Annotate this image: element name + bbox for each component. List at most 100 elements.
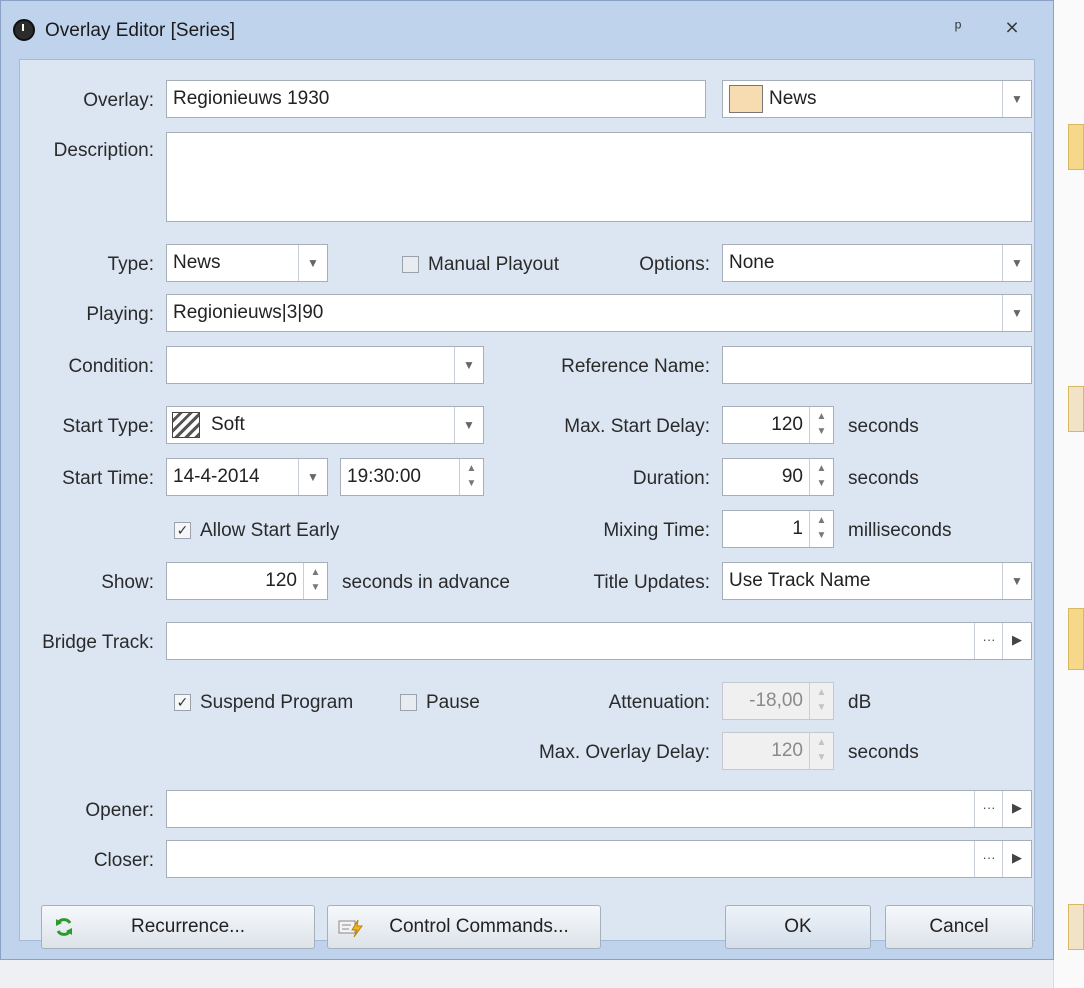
spinner-arrows-icon[interactable]: ▲ ▼ — [809, 511, 833, 547]
category-color-swatch — [729, 85, 763, 113]
closer-input[interactable]: ··· ▶ — [166, 840, 1032, 878]
chevron-down-icon[interactable]: ▼ — [298, 459, 327, 495]
start-date-value: 14-4-2014 — [173, 466, 260, 487]
spinner-arrows-icon[interactable]: ▲ ▼ — [809, 407, 833, 443]
options-value: None — [729, 252, 775, 273]
start-time-value: 19:30:00 — [347, 466, 421, 487]
browse-ellipsis-icon[interactable]: ··· — [974, 623, 1003, 659]
background-schedule-item — [1068, 608, 1084, 670]
milliseconds-unit: milliseconds — [848, 520, 952, 541]
play-icon[interactable]: ▶ — [1002, 841, 1031, 877]
spinner-arrows-icon[interactable]: ▲ ▼ — [809, 459, 833, 495]
show-value: 120 — [265, 570, 297, 591]
condition-label: Condition: — [68, 356, 154, 377]
attenuation-spinner[interactable]: -18,00 ▲ ▼ — [722, 682, 834, 720]
max-overlay-delay-spinner[interactable]: 120 ▲ ▼ — [722, 732, 834, 770]
overlay-label: Overlay: — [83, 90, 154, 111]
start-type-label: Start Type: — [62, 416, 154, 437]
seconds-unit: seconds — [848, 468, 919, 489]
category-value: News — [769, 88, 817, 109]
suspend-program-checkbox[interactable]: ✓ — [174, 694, 191, 711]
show-spinner[interactable]: 120 ▲ ▼ — [166, 562, 328, 600]
description-label: Description: — [53, 140, 154, 161]
recurrence-button-label: Recurrence... — [130, 916, 246, 937]
playing-value: Regionieuws|3|90 — [173, 302, 324, 323]
mixing-time-spinner[interactable]: 1 ▲ ▼ — [722, 510, 834, 548]
reference-name-label: Reference Name: — [561, 356, 710, 377]
pause-checkbox[interactable]: ✓ — [400, 694, 417, 711]
max-start-delay-label: Max. Start Delay: — [564, 416, 710, 437]
chevron-down-icon[interactable]: ▼ — [1002, 245, 1031, 281]
bridge-track-label: Bridge Track: — [42, 632, 154, 653]
overlay-editor-window: Overlay Editor [Series] ᵖ ⨯ Overlay: Reg… — [0, 0, 1054, 960]
description-textarea[interactable] — [166, 132, 1032, 222]
title-updates-value: Use Track Name — [729, 570, 871, 591]
cancel-button[interactable]: Cancel — [885, 905, 1033, 949]
opener-input[interactable]: ··· ▶ — [166, 790, 1032, 828]
refresh-icon — [56, 918, 72, 936]
play-icon[interactable]: ▶ — [1002, 623, 1031, 659]
clock-icon — [13, 19, 35, 41]
closer-label: Closer: — [93, 850, 154, 871]
lightning-icon — [338, 919, 363, 938]
start-type-value: Soft — [211, 414, 245, 435]
db-unit: dB — [848, 692, 872, 713]
background-schedule-item — [1068, 386, 1084, 432]
title-updates-select[interactable]: Use Track Name ▼ — [722, 562, 1032, 600]
duration-spinner[interactable]: 90 ▲ ▼ — [722, 458, 834, 496]
chevron-down-icon[interactable]: ▼ — [1002, 563, 1031, 599]
manual-playout-label: Manual Playout — [428, 254, 559, 275]
overlay-name-input[interactable]: Regionieuws 1930 — [166, 80, 706, 118]
attenuation-label: Attenuation: — [608, 692, 710, 713]
start-type-select[interactable]: Soft ▼ — [166, 406, 484, 444]
start-date-select[interactable]: 14-4-2014 ▼ — [166, 458, 328, 496]
seconds-unit: seconds — [848, 416, 919, 437]
duration-label: Duration: — [632, 468, 710, 489]
editor-panel: Overlay: Regionieuws 1930 News ▼ Descrip… — [19, 59, 1035, 941]
control-commands-button[interactable]: Control Commands... — [327, 905, 601, 949]
playing-select[interactable]: Regionieuws|3|90 ▼ — [166, 294, 1032, 332]
background-schedule-item — [1068, 904, 1084, 950]
chevron-down-icon[interactable]: ▼ — [298, 245, 327, 281]
duration-value: 90 — [781, 466, 803, 487]
mixing-time-label: Mixing Time: — [603, 520, 710, 541]
allow-start-early-label: Allow Start Early — [200, 520, 340, 541]
reference-name-input[interactable] — [722, 346, 1032, 384]
spinner-arrows-icon[interactable]: ▲ ▼ — [303, 563, 327, 599]
bridge-track-input[interactable]: ··· ▶ — [166, 622, 1032, 660]
spinner-arrows-icon[interactable]: ▲ ▼ — [459, 459, 483, 495]
spinner-arrows-icon[interactable]: ▲ ▼ — [809, 683, 833, 719]
chevron-down-icon[interactable]: ▼ — [1002, 295, 1031, 331]
title-bar[interactable]: Overlay Editor [Series] ᵖ ⨯ — [1, 1, 1053, 59]
max-start-delay-spinner[interactable]: 120 ▲ ▼ — [722, 406, 834, 444]
spinner-arrows-icon[interactable]: ▲ ▼ — [809, 733, 833, 769]
browse-ellipsis-icon[interactable]: ··· — [974, 841, 1003, 877]
max-overlay-delay-label: Max. Overlay Delay: — [538, 742, 710, 763]
start-time-spinner[interactable]: 19:30:00 ▲ ▼ — [340, 458, 484, 496]
close-icon[interactable]: ⨯ — [999, 17, 1025, 38]
options-label: Options: — [639, 254, 710, 275]
chevron-down-icon[interactable]: ▼ — [1002, 81, 1031, 117]
manual-playout-checkbox[interactable]: ✓ — [402, 256, 419, 273]
browse-ellipsis-icon[interactable]: ··· — [974, 791, 1003, 827]
ok-button[interactable]: OK — [725, 905, 871, 949]
pin-icon[interactable]: ᵖ — [945, 17, 971, 38]
seconds-unit: seconds — [848, 742, 919, 763]
category-select[interactable]: News ▼ — [722, 80, 1032, 118]
play-icon[interactable]: ▶ — [1002, 791, 1031, 827]
window-title: Overlay Editor [Series] — [45, 20, 236, 41]
suspend-program-label: Suspend Program — [200, 692, 354, 713]
chevron-down-icon[interactable]: ▼ — [454, 347, 483, 383]
type-select[interactable]: News ▼ — [166, 244, 328, 282]
allow-start-early-checkbox[interactable]: ✓ — [174, 522, 191, 539]
options-select[interactable]: None ▼ — [722, 244, 1032, 282]
opener-label: Opener: — [85, 800, 154, 821]
attenuation-value: -18,00 — [749, 690, 803, 711]
type-value: News — [173, 252, 221, 273]
background-schedule-strip — [1053, 0, 1084, 988]
soft-start-icon — [172, 412, 200, 438]
condition-select[interactable]: ▼ — [166, 346, 484, 384]
recurrence-button[interactable]: Recurrence... — [41, 905, 315, 949]
chevron-down-icon[interactable]: ▼ — [454, 407, 483, 443]
control-commands-button-label: Control Commands... — [389, 916, 569, 937]
